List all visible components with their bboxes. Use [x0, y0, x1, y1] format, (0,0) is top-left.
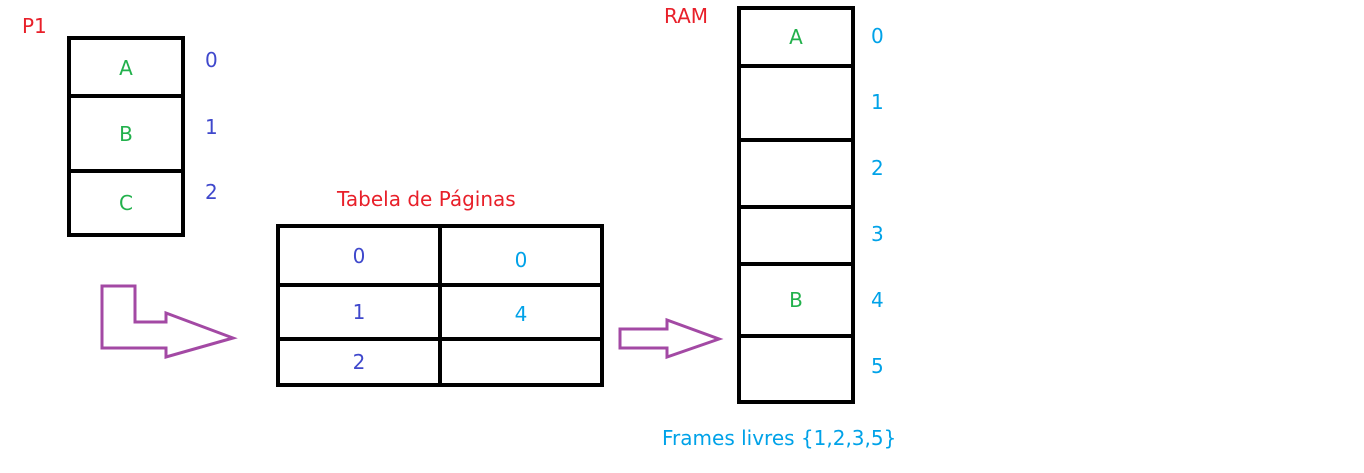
ram-title: RAM: [664, 4, 709, 28]
ram-frame-index: 1: [871, 90, 884, 114]
ram-frame-index: 2: [871, 156, 884, 180]
ram-frame-index: 3: [871, 222, 884, 246]
ram-frame-cell: A: [789, 25, 803, 49]
ram-frame-cell: [741, 142, 851, 205]
free-frames-caption: Frames livres {1,2,3,5}: [662, 426, 897, 450]
ram-frame-cell: B: [789, 288, 803, 312]
ram-frame-list: A B: [737, 6, 855, 404]
right-arrow-icon: [618, 317, 724, 360]
ram-frame-cell: [741, 209, 851, 262]
ram-frame-cell: [741, 338, 851, 400]
ram-frame-index: 5: [871, 354, 884, 378]
ram-frame-index: 0: [871, 24, 884, 48]
ram-frame-index: 4: [871, 288, 884, 312]
ram-frame-cell: [741, 68, 851, 138]
